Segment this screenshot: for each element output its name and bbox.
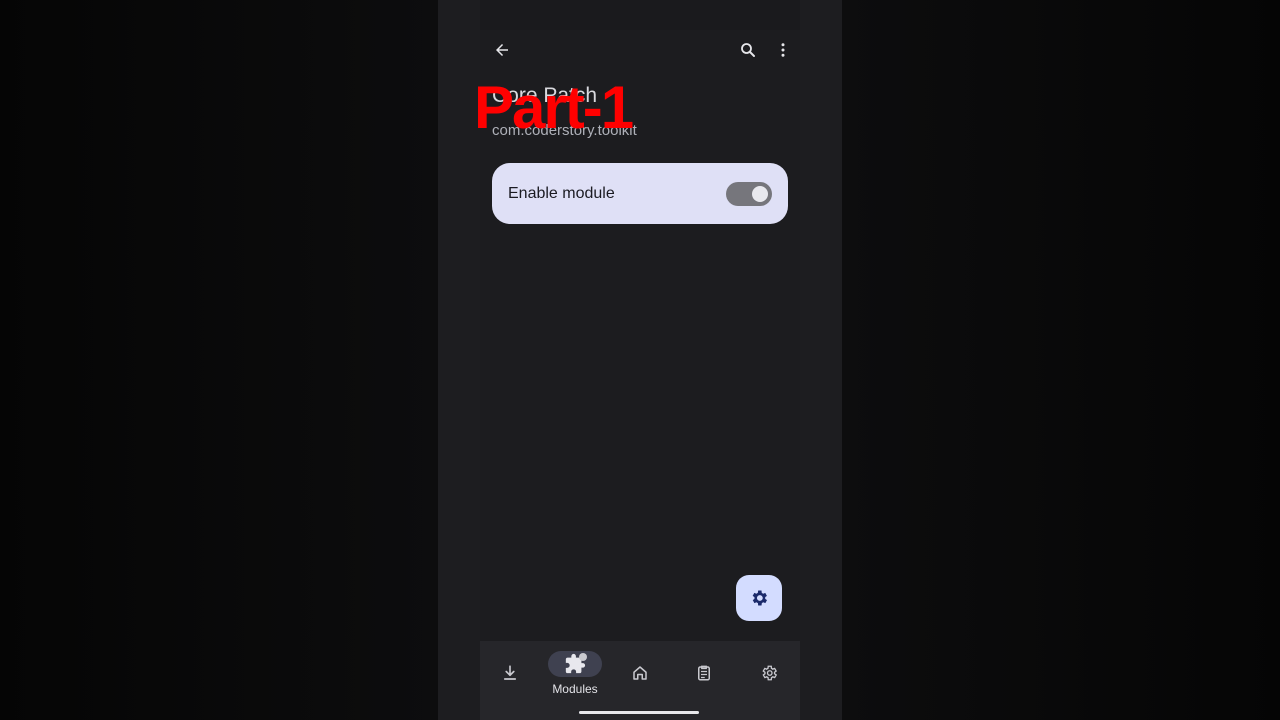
modules-badge bbox=[579, 653, 587, 661]
nav-item-modules[interactable] bbox=[555, 644, 595, 684]
enable-module-switch[interactable] bbox=[726, 182, 772, 206]
module-settings-fab[interactable] bbox=[736, 575, 782, 621]
settings-icon bbox=[762, 665, 778, 681]
arrow-back-icon bbox=[496, 44, 508, 56]
more-options-button[interactable] bbox=[769, 36, 797, 64]
nav-item-settings[interactable] bbox=[749, 653, 789, 693]
status-bar bbox=[480, 0, 800, 30]
enable-module-label: Enable module bbox=[508, 184, 615, 202]
more-vert-icon bbox=[781, 43, 785, 57]
search-icon bbox=[741, 43, 755, 57]
video-letterbox-right bbox=[842, 0, 1280, 720]
gesture-home-indicator[interactable] bbox=[579, 711, 699, 714]
nav-item-logs[interactable] bbox=[684, 653, 724, 693]
home-icon bbox=[633, 666, 647, 680]
nav-label-modules: Modules bbox=[552, 682, 598, 696]
switch-thumb bbox=[752, 186, 768, 202]
video-overlay-caption: Part-1 bbox=[474, 74, 634, 141]
back-button[interactable] bbox=[488, 36, 516, 64]
nav-item-home[interactable] bbox=[620, 653, 660, 693]
enable-module-card[interactable]: Enable module bbox=[492, 163, 788, 224]
download-icon bbox=[503, 665, 517, 680]
nav-item-repository[interactable] bbox=[490, 653, 530, 693]
gear-icon bbox=[752, 590, 767, 606]
logs-icon bbox=[698, 665, 710, 681]
video-letterbox-left bbox=[0, 0, 438, 720]
search-button[interactable] bbox=[734, 36, 762, 64]
